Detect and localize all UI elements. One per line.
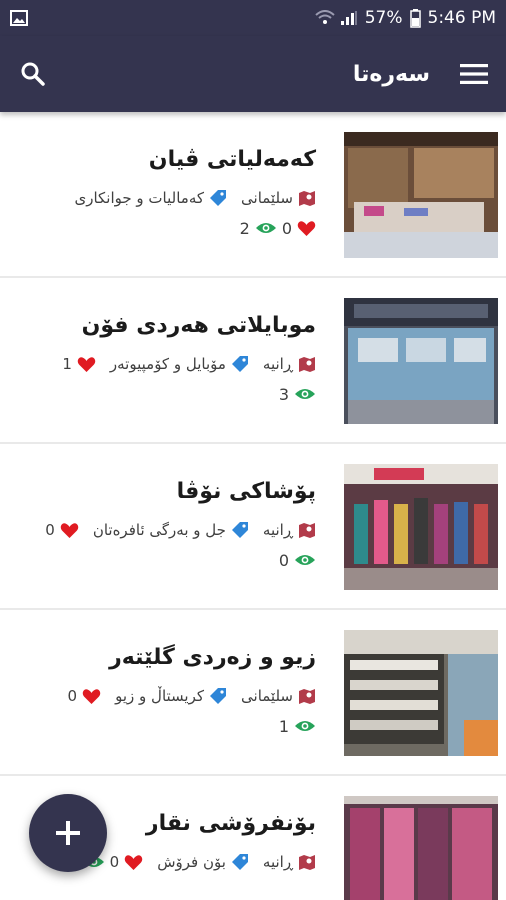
- add-shop-button[interactable]: [29, 794, 107, 872]
- shop-stats: 0: [16, 548, 316, 572]
- list-item[interactable]: پۆشاکی نۆڤا ڕانیە جل و بەرگی ئافرەتان 0: [0, 444, 506, 610]
- shop-stats: 1: [16, 714, 316, 738]
- shop-stats: 0 2: [16, 216, 316, 240]
- tag-icon: [209, 189, 227, 207]
- shop-meta: سلێمانی کریستاڵ و زیو 0: [16, 684, 316, 708]
- like-count: 0: [67, 687, 78, 705]
- tag-icon: [209, 687, 227, 705]
- like-count: 0: [45, 521, 55, 539]
- shop-meta: سلێمانی کەمالیات و جوانکاری: [16, 186, 316, 210]
- heart-icon[interactable]: [297, 220, 316, 237]
- list-item[interactable]: کەمەلیاتی ڤیان سلێمانی کەمالیات و جوانکا…: [0, 112, 506, 278]
- like-count: 1: [62, 355, 72, 373]
- shop-category: کریستاڵ و زیو: [115, 687, 205, 705]
- list-item[interactable]: موبایلاتی هەردی فۆن ڕانیە مۆبایل و کۆمپی…: [0, 278, 506, 444]
- shop-city: سلێمانی: [241, 189, 293, 207]
- shop-title: پۆشاکی نۆڤا: [176, 479, 316, 504]
- app-bar: سەرەتا: [0, 36, 506, 112]
- shop-thumbnail: [344, 630, 498, 756]
- shop-title: موبایلاتی هەردی فۆن: [81, 313, 316, 338]
- tag-icon: [231, 355, 249, 373]
- shop-city: ڕانیە: [262, 355, 293, 373]
- shop-city: ڕانیە: [262, 853, 293, 871]
- search-icon[interactable]: [20, 61, 46, 87]
- like-count: 0: [109, 853, 120, 871]
- like-count: 0: [281, 218, 292, 238]
- location-icon: [298, 687, 316, 705]
- image-notification-icon: [10, 10, 28, 26]
- shop-stats: 3: [16, 382, 316, 406]
- view-count: 1: [278, 716, 289, 736]
- signal-icon: [340, 10, 358, 26]
- shop-title: زیو و زەردی گلێتەر: [109, 645, 316, 670]
- heart-icon[interactable]: [124, 854, 143, 871]
- tag-icon: [231, 853, 249, 871]
- page-title: سەرەتا: [352, 61, 430, 87]
- shop-thumbnail: [344, 298, 498, 424]
- battery-icon: [409, 8, 421, 28]
- shop-thumbnail: [344, 132, 498, 258]
- view-count: 0: [278, 550, 289, 570]
- shop-category: جل و بەرگی ئافرەتان: [92, 521, 226, 539]
- heart-icon[interactable]: [60, 522, 79, 539]
- eye-icon: [294, 387, 316, 401]
- shop-category: بۆن فرۆش: [157, 853, 226, 871]
- view-count: 2: [239, 218, 250, 238]
- battery-percent: 57%: [364, 8, 403, 28]
- shop-city: ڕانیە: [262, 521, 293, 539]
- shop-meta: ڕانیە مۆبایل و کۆمپیوتەر 1: [16, 352, 316, 376]
- location-icon: [298, 355, 316, 373]
- shop-category: مۆبایل و کۆمپیوتەر: [109, 355, 226, 373]
- shop-meta: ڕانیە جل و بەرگی ئافرەتان 0: [16, 518, 316, 542]
- location-icon: [298, 853, 316, 871]
- heart-icon[interactable]: [77, 356, 96, 373]
- shop-thumbnail: [344, 796, 498, 900]
- heart-icon[interactable]: [82, 688, 101, 705]
- shop-thumbnail: [344, 464, 498, 590]
- eye-icon: [294, 719, 316, 733]
- view-count: 3: [278, 384, 289, 404]
- menu-icon[interactable]: [460, 63, 488, 85]
- clock: 5:46 PM: [427, 8, 497, 28]
- location-icon: [298, 521, 316, 539]
- shop-category: کەمالیات و جوانکاری: [74, 189, 205, 207]
- eye-icon: [255, 221, 277, 235]
- plus-icon: [55, 820, 81, 846]
- shop-list: کەمەلیاتی ڤیان سلێمانی کەمالیات و جوانکا…: [0, 112, 506, 900]
- eye-icon: [294, 553, 316, 567]
- wifi-icon: [315, 10, 335, 26]
- shop-city: سلێمانی: [241, 687, 293, 705]
- status-bar: 57% 5:46 PM: [0, 0, 506, 36]
- list-item[interactable]: زیو و زەردی گلێتەر سلێمانی کریستاڵ و زیو…: [0, 610, 506, 776]
- location-icon: [298, 189, 316, 207]
- tag-icon: [231, 521, 249, 539]
- shop-title: کەمەلیاتی ڤیان: [148, 147, 316, 172]
